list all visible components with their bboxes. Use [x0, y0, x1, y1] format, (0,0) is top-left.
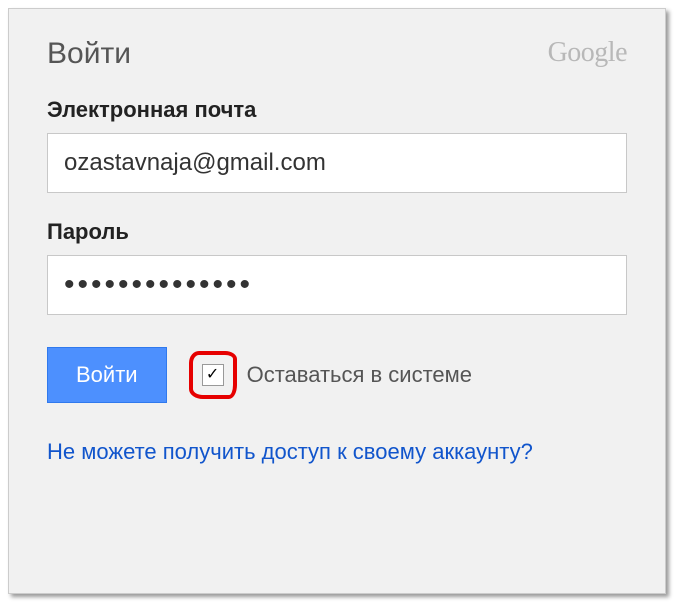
checkbox-annotation-highlight: ✓ [191, 353, 235, 397]
signin-button[interactable]: Войти [47, 347, 167, 403]
email-label: Электронная почта [47, 97, 627, 123]
password-field[interactable] [47, 255, 627, 315]
stay-signed-in-label: Оставаться в системе [247, 362, 472, 388]
password-label: Пароль [47, 219, 627, 245]
stay-signed-in-group: ✓ Оставаться в системе [191, 353, 472, 397]
signin-dialog: Войти Google Электронная почта Пароль Во… [8, 8, 666, 594]
email-field[interactable] [47, 133, 627, 193]
account-recovery-link[interactable]: Не можете получить доступ к своему аккау… [47, 435, 533, 468]
stay-signed-in-checkbox[interactable]: ✓ [202, 364, 224, 386]
brand-logo: Google [548, 37, 627, 69]
action-row: Войти ✓ Оставаться в системе [47, 347, 627, 403]
dialog-header: Войти Google [47, 37, 627, 71]
dialog-title: Войти [47, 37, 131, 71]
